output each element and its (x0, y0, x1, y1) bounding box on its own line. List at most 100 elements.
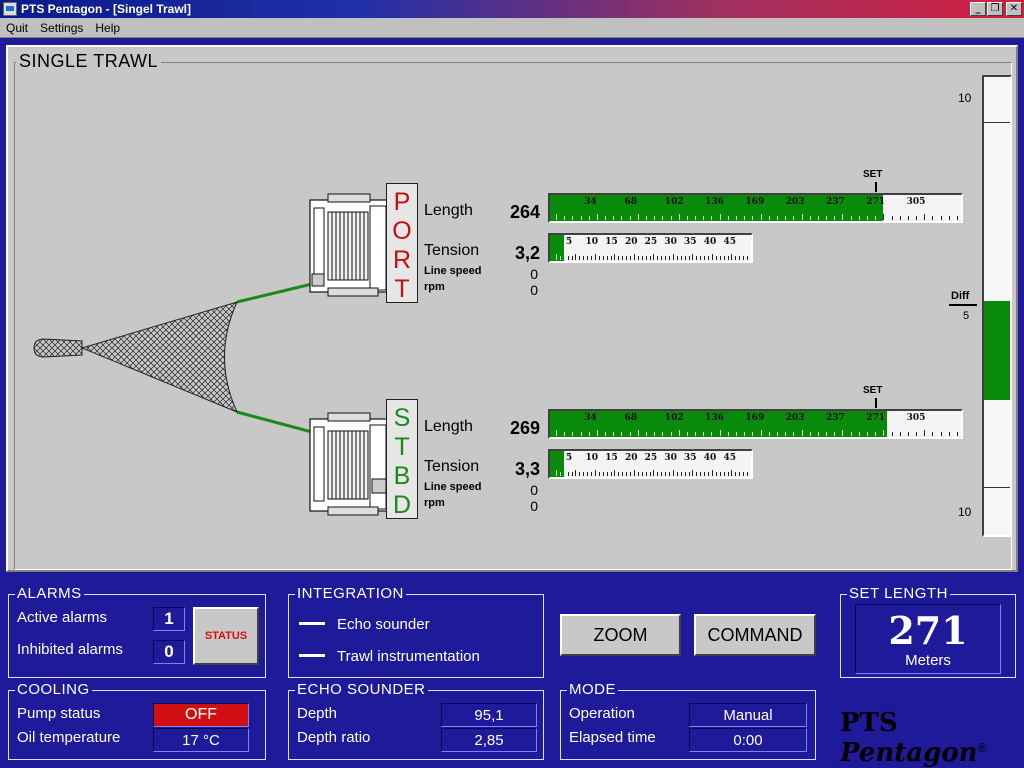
port-length-label: Length (424, 202, 473, 219)
tick-mark (556, 254, 557, 260)
cooling-group: COOLING Pump status OFF Oil temperature … (8, 681, 266, 760)
tick-label: 271 (866, 197, 886, 207)
tick-label: 305 (906, 197, 926, 207)
tick-label: 15 (605, 453, 618, 463)
tick-label: 271 (866, 413, 886, 423)
menu-settings[interactable]: Settings (40, 21, 83, 35)
tick-mark (662, 216, 664, 220)
logo-name: Pentagon (840, 738, 978, 768)
zoom-button[interactable]: ZOOM (560, 614, 681, 656)
tick-mark (670, 432, 672, 436)
tick-mark (622, 472, 624, 476)
trawl-instrumentation-indicator (299, 654, 325, 657)
stbd-length-bar: 34 68 102 136 169 203 237 271 305 (548, 409, 963, 439)
tick-mark (602, 472, 604, 476)
tick-mark (622, 256, 624, 260)
menu-help[interactable]: Help (95, 21, 120, 35)
tick-mark (752, 216, 754, 220)
tick-label: 169 (745, 197, 765, 207)
tick-mark (834, 432, 836, 436)
tick-mark (739, 256, 741, 260)
tick-mark (575, 470, 577, 476)
set-length-display: 271 Meters (855, 604, 1001, 674)
window-title: PTS Pentagon - [Singel Trawl] (21, 2, 192, 16)
tick-mark (735, 256, 737, 260)
tick-mark (695, 216, 697, 220)
tick-label: 15 (605, 237, 618, 247)
tick-mark (594, 470, 596, 476)
tick-mark (672, 470, 674, 476)
status-button[interactable]: STATUS (193, 607, 259, 665)
tick-mark (719, 256, 721, 260)
tick-mark (645, 256, 647, 260)
port-tension-bar: 5 10 15 20 25 30 35 40 45 (548, 233, 753, 263)
tick-mark (739, 472, 741, 476)
port-letter: O (392, 217, 412, 245)
diff-top-value: 10 (958, 91, 972, 105)
close-button[interactable]: ✕ (1006, 2, 1022, 16)
tick-mark (633, 254, 635, 260)
tick-mark (678, 214, 680, 220)
port-set-marker (875, 182, 877, 192)
app-icon (3, 2, 17, 16)
tick-mark (785, 216, 787, 220)
tick-mark (580, 216, 582, 220)
tick-mark (579, 256, 581, 260)
tick-label: 20 (624, 237, 638, 247)
tick-label: 45 (723, 453, 736, 463)
main-title: SINGLE TRAWL (16, 51, 162, 72)
tick-mark (719, 214, 721, 220)
tick-mark (618, 472, 620, 476)
bar-fill (550, 235, 565, 261)
trawl-diagram (33, 282, 313, 434)
tick-mark (686, 432, 688, 436)
echo-sounder-indicator (299, 622, 325, 625)
logo-registered-mark: ® (977, 740, 987, 755)
tick-mark (602, 256, 604, 260)
command-button[interactable]: COMMAND (694, 614, 816, 656)
minimize-button[interactable]: _ (970, 2, 986, 16)
tick-mark (736, 432, 738, 436)
pump-status-label: Pump status (17, 705, 101, 722)
tick-mark (556, 430, 557, 436)
tick-mark (744, 432, 746, 436)
tick-mark (809, 432, 811, 436)
maximize-button[interactable]: ❐ (987, 2, 1003, 16)
tick-mark (670, 216, 672, 220)
tick-mark (916, 432, 918, 436)
diff-label: Diff (951, 290, 970, 302)
tick-mark (760, 430, 762, 436)
menu-quit[interactable]: Quit (6, 21, 28, 35)
tick-mark (613, 216, 615, 220)
tick-mark (564, 432, 566, 436)
tick-label: 203 (785, 197, 805, 207)
tick-mark (633, 470, 635, 476)
diff-divider (949, 304, 977, 306)
tick-mark (605, 216, 607, 220)
tick-mark (866, 432, 868, 436)
tick-mark (564, 216, 566, 220)
tick-mark (613, 432, 615, 436)
tick-mark (842, 430, 844, 436)
menu-bar: Quit Settings Help (0, 18, 1024, 38)
tick-mark (626, 472, 628, 476)
title-bar: PTS Pentagon - [Singel Trawl] _ ❐ ✕ (0, 0, 1024, 18)
tick-mark (630, 256, 632, 260)
tick-mark (731, 254, 733, 260)
tick-mark (637, 430, 639, 436)
tick-label: 237 (826, 197, 845, 207)
tick-mark (715, 472, 717, 476)
stbd-warp-line (236, 410, 313, 434)
tick-mark (587, 256, 589, 260)
set-length-value: 271 (888, 607, 968, 653)
tick-mark (684, 472, 686, 476)
tick-mark (850, 432, 852, 436)
tick-mark (563, 472, 565, 476)
tick-label: 30 (664, 237, 677, 247)
tick-mark (932, 432, 934, 436)
tick-label: 169 (745, 413, 765, 423)
tick-mark (654, 216, 656, 220)
operation-label: Operation (569, 705, 635, 722)
diff-bottom-value: 10 (958, 505, 972, 519)
depth-label: Depth (297, 705, 338, 722)
